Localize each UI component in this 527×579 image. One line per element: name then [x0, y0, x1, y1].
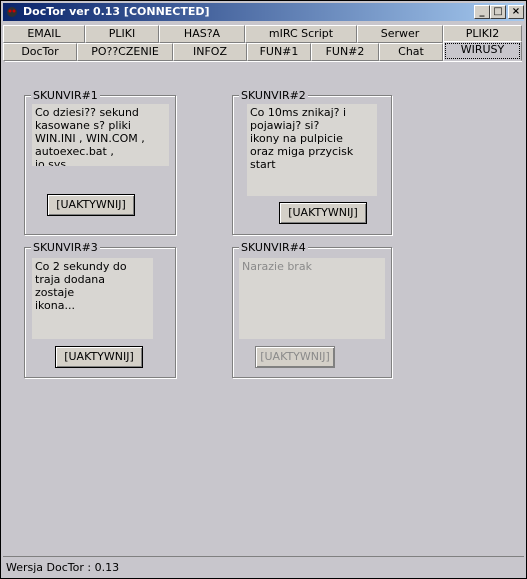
activate-button[interactable]: [UAKTYWNIJ]: [47, 194, 135, 216]
tab-chat[interactable]: Chat: [379, 43, 443, 61]
virus-group-4: SKUNVIR#4 Narazie brak [UAKTYWNIJ]: [232, 241, 392, 378]
tab-hasla[interactable]: HAS?A: [159, 25, 245, 43]
virus-group-3: SKUNVIR#3 Co 2 sekundy do traja dodana z…: [24, 241, 176, 378]
virus-description-memo[interactable]: Co 2 sekundy do traja dodana zostaje iko…: [32, 258, 153, 339]
virus-group-2: SKUNVIR#2 Co 10ms znikaj? i pojawiaj? si…: [232, 89, 392, 235]
virus-description-memo: Narazie brak: [239, 258, 385, 339]
tab-fun1[interactable]: FUN#1: [247, 43, 311, 61]
virus-description-memo[interactable]: Co dziesi?? sekund kasowane s? pliki WIN…: [32, 104, 169, 166]
activate-button[interactable]: [UAKTYWNIJ]: [279, 202, 367, 224]
tab-infoz[interactable]: INFOZ: [173, 43, 247, 61]
wirusy-panel: SKUNVIR#1 Co dziesi?? sekund kasowane s?…: [5, 61, 522, 549]
tab-email[interactable]: EMAIL: [3, 25, 85, 43]
window-title: DocTor ver 0.13 [CONNECTED]: [23, 5, 210, 18]
virus-group-label: SKUNVIR#2: [239, 89, 308, 102]
title-bar[interactable]: DocTor ver 0.13 [CONNECTED] _ □ ×: [3, 3, 524, 21]
tab-doctor[interactable]: DocTor: [3, 43, 77, 61]
virus-group-label: SKUNVIR#4: [239, 241, 308, 254]
status-text: Wersja DocTor : 0.13: [6, 561, 120, 574]
main-window: DocTor ver 0.13 [CONNECTED] _ □ × EMAIL …: [0, 0, 527, 579]
activate-button[interactable]: [UAKTYWNIJ]: [55, 346, 143, 368]
tab-serwer[interactable]: Serwer: [357, 25, 443, 43]
tab-polaczenie[interactable]: PO??CZENIE: [77, 43, 173, 61]
activate-button: [UAKTYWNIJ]: [255, 346, 335, 368]
virus-description-memo[interactable]: Co 10ms znikaj? i pojawiaj? si? ikony na…: [247, 104, 377, 196]
tab-pliki[interactable]: PLIKI: [85, 25, 159, 43]
tab-wirusy[interactable]: WIRUSY: [443, 41, 522, 61]
maximize-button[interactable]: □: [490, 5, 506, 19]
status-bar: Wersja DocTor : 0.13: [3, 556, 524, 577]
close-button[interactable]: ×: [508, 5, 524, 19]
virus-group-1: SKUNVIR#1 Co dziesi?? sekund kasowane s?…: [24, 89, 176, 235]
app-icon: [7, 7, 17, 17]
virus-group-label: SKUNVIR#3: [31, 241, 100, 254]
minimize-button[interactable]: _: [474, 5, 490, 19]
tab-mirc-script[interactable]: mIRC Script: [245, 25, 357, 43]
tab-fun2[interactable]: FUN#2: [311, 43, 379, 61]
virus-group-label: SKUNVIR#1: [31, 89, 100, 102]
